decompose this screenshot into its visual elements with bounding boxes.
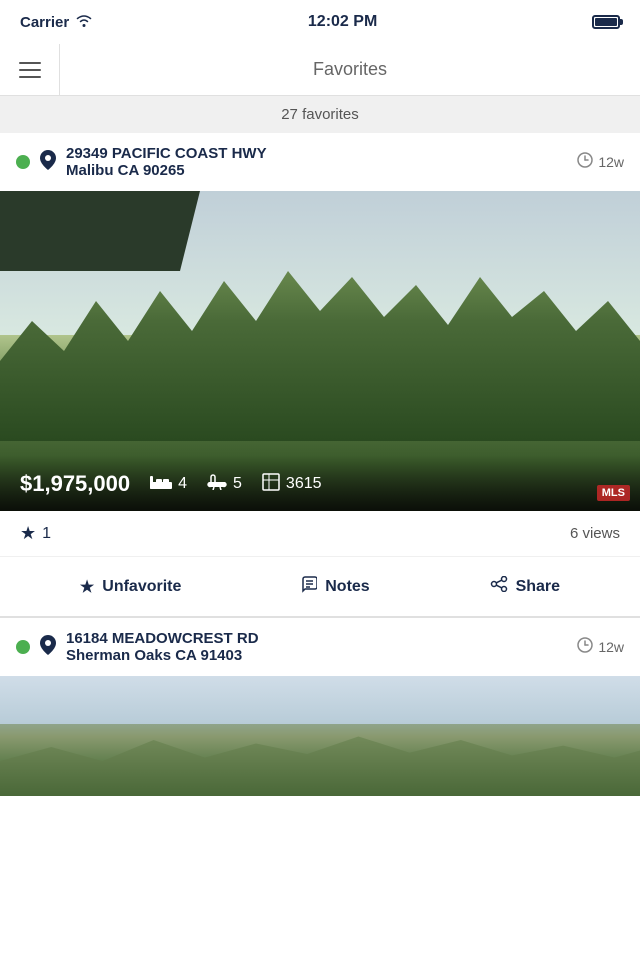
notes-button[interactable]: Notes (293, 571, 377, 602)
share-icon (490, 576, 508, 597)
listing-2-pin-icon (40, 635, 56, 660)
listing-address: 29349 PACIFIC COAST HWY Malibu CA 90265 (66, 145, 567, 179)
status-bar: Carrier 12:02 PM (0, 0, 640, 44)
listing-2-trees (0, 726, 640, 796)
listing-2-sky (0, 676, 640, 724)
views-text: 6 views (570, 525, 620, 542)
sqft-detail: 3615 (262, 473, 322, 496)
property-price: $1,975,000 (20, 471, 130, 497)
unfavorite-icon: ★ (80, 577, 94, 597)
hamburger-button[interactable] (0, 44, 60, 96)
notes-icon (301, 575, 317, 598)
hamburger-line-3 (19, 76, 41, 78)
listing-2-street: 16184 MEADOWCREST RD (66, 630, 567, 647)
listing-time-text: 12w (598, 154, 624, 170)
bed-icon (150, 474, 172, 495)
listing-2-clock-icon (577, 637, 593, 658)
property-overlay: $1,975,000 4 (0, 455, 640, 511)
baths-count: 5 (233, 475, 242, 493)
nav-bar: Favorites (0, 44, 640, 96)
beds-detail: 4 (150, 474, 187, 495)
share-label: Share (516, 578, 560, 596)
listing-2-time-text: 12w (598, 639, 624, 655)
listing-header[interactable]: 29349 PACIFIC COAST HWY Malibu CA 90265 … (0, 133, 640, 191)
listing-2-address: 16184 MEADOWCREST RD Sherman Oaks CA 914… (66, 630, 567, 664)
wifi-icon (75, 13, 93, 31)
listing-2-city: Sherman Oaks CA 91403 (66, 647, 567, 664)
star-number: 1 (42, 525, 51, 543)
roof-overhang (0, 191, 200, 271)
listing-2-time: 12w (577, 637, 624, 658)
action-row: ★ Unfavorite Notes (0, 557, 640, 616)
unfavorite-button[interactable]: ★ Unfavorite (72, 573, 189, 601)
notes-label: Notes (325, 578, 369, 596)
beds-count: 4 (178, 475, 187, 493)
pin-icon (40, 150, 56, 175)
mls-badge: MLS (597, 485, 630, 501)
favorites-count: 27 favorites (281, 106, 359, 123)
listing-item: 29349 PACIFIC COAST HWY Malibu CA 90265 … (0, 133, 640, 617)
listing-2-image[interactable] (0, 676, 640, 796)
status-left: Carrier (20, 13, 93, 31)
star-count: ★ 1 (20, 523, 51, 544)
stats-row: ★ 1 6 views (0, 511, 640, 557)
sqft-icon (262, 473, 280, 496)
star-icon: ★ (20, 523, 36, 544)
baths-detail: 5 (207, 474, 242, 495)
sqft-count: 3615 (286, 475, 322, 493)
listing-street: 29349 PACIFIC COAST HWY (66, 145, 567, 162)
listing-time: 12w (577, 152, 624, 173)
clock-icon (577, 152, 593, 173)
listing-item-2: 16184 MEADOWCREST RD Sherman Oaks CA 914… (0, 617, 640, 796)
share-button[interactable]: Share (482, 572, 568, 601)
listing-2-status-dot (16, 640, 30, 654)
nav-title: Favorites (60, 59, 640, 80)
listing-city: Malibu CA 90265 (66, 162, 567, 179)
bath-icon (207, 474, 227, 495)
hamburger-line-1 (19, 62, 41, 64)
property-image[interactable]: $1,975,000 4 (0, 191, 640, 511)
carrier-text: Carrier (20, 14, 69, 31)
battery-icon (592, 15, 620, 29)
active-status-dot (16, 155, 30, 169)
status-right (592, 15, 620, 29)
unfavorite-label: Unfavorite (102, 578, 181, 596)
status-time: 12:02 PM (308, 13, 377, 31)
hamburger-line-2 (19, 69, 41, 71)
listing-2-header[interactable]: 16184 MEADOWCREST RD Sherman Oaks CA 914… (0, 618, 640, 676)
favorites-count-bar: 27 favorites (0, 96, 640, 133)
